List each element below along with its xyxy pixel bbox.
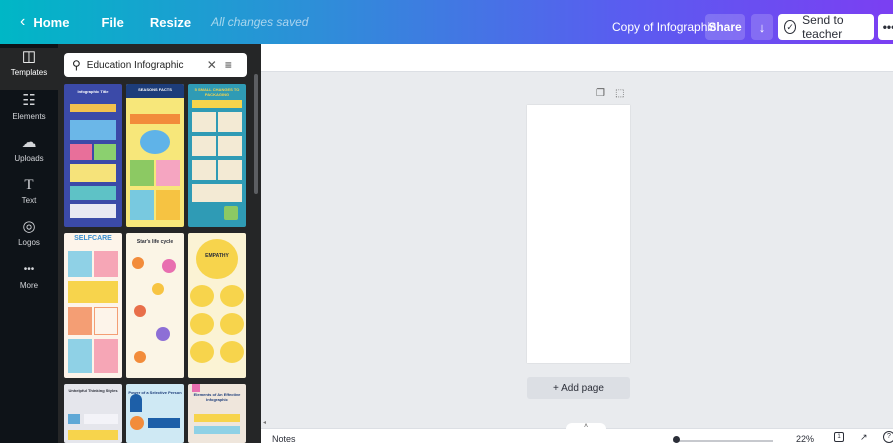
template-card[interactable]: Infographic Title bbox=[64, 84, 122, 227]
rail-item-label: Templates bbox=[10, 68, 48, 77]
template-card[interactable]: Star's life cycle bbox=[126, 233, 184, 378]
rail-item-elements[interactable]: ☷ Elements bbox=[0, 92, 58, 134]
rail-item-label: More bbox=[19, 281, 39, 290]
template-card[interactable]: SEASONS FACTS bbox=[126, 84, 184, 227]
editor-toolbar bbox=[261, 44, 893, 72]
bottom-bar: ˄ Notes 22% 1 ↗ ? bbox=[261, 423, 893, 443]
add-page-button[interactable]: + Add page bbox=[527, 377, 630, 399]
rail-item-label: Uploads bbox=[14, 154, 44, 163]
search-input[interactable] bbox=[86, 59, 205, 71]
page-tools: ❐ ⬚ bbox=[596, 88, 624, 99]
file-menu-button[interactable]: File bbox=[93, 8, 131, 36]
template-card[interactable]: Power of a Selective Person bbox=[126, 384, 184, 443]
zoom-slider[interactable] bbox=[673, 440, 773, 442]
chevron-left-icon: ‹ bbox=[20, 13, 26, 30]
template-title: 5 SMALL CHANGES TO PACKAGING bbox=[194, 87, 240, 97]
download-button[interactable]: ↓ bbox=[751, 14, 773, 40]
panel-scrollbar[interactable] bbox=[254, 74, 258, 194]
chevron-up-icon: ˄ bbox=[583, 423, 589, 430]
elements-icon: ☷ bbox=[22, 92, 36, 109]
template-card[interactable]: EMPATHY bbox=[188, 233, 246, 378]
template-card[interactable]: Elements of An Effective Infographic bbox=[188, 384, 246, 443]
zoom-level[interactable]: 22% bbox=[796, 434, 814, 443]
template-title: SELFCARE bbox=[74, 235, 112, 242]
home-label: Home bbox=[33, 14, 70, 30]
send-to-teacher-label: Send to teacher bbox=[802, 13, 844, 41]
design-page[interactable] bbox=[527, 105, 630, 363]
template-title: SEASONS FACTS bbox=[138, 87, 172, 92]
fullscreen-icon[interactable]: ↗ bbox=[860, 432, 868, 443]
document-title[interactable]: Copy of Infographic bbox=[612, 20, 716, 34]
check-circle-icon: ✓ bbox=[784, 20, 797, 34]
more-options-button[interactable]: ••• bbox=[878, 14, 893, 40]
rail-item-uploads[interactable]: ☁ Uploads bbox=[0, 134, 58, 176]
template-card[interactable]: 5 SMALL CHANGES TO PACKAGING bbox=[188, 84, 246, 227]
duplicate-page-icon[interactable]: ❐ bbox=[596, 88, 605, 99]
template-title: Star's life cycle bbox=[136, 239, 174, 245]
rail-item-templates[interactable]: ◫ Templates bbox=[0, 48, 58, 90]
template-title: Unhelpful Thinking Styles bbox=[68, 388, 118, 393]
rail-item-more[interactable]: ••• More bbox=[0, 261, 58, 303]
resize-button[interactable]: Resize bbox=[142, 8, 199, 36]
rail-item-label: Text bbox=[21, 196, 37, 205]
zoom-slider-handle[interactable] bbox=[673, 436, 680, 443]
top-header-bar: ‹ Home File Resize All changes saved Cop… bbox=[0, 0, 893, 44]
template-title: EMPATHY bbox=[205, 253, 229, 259]
template-card[interactable]: SELFCARE bbox=[64, 233, 122, 378]
more-icon: ••• bbox=[23, 264, 35, 275]
search-icon: ⚲ bbox=[72, 58, 81, 72]
text-icon: T bbox=[24, 177, 34, 193]
ellipsis-icon: ••• bbox=[882, 20, 893, 34]
expand-pages-tab[interactable]: ˄ bbox=[566, 423, 606, 430]
editor-canvas-area: ❐ ⬚ + Add page ◂ ˄ Notes 22% 1 ↗ ? bbox=[261, 44, 893, 443]
add-page-icon[interactable]: ⬚ bbox=[615, 88, 624, 99]
download-icon: ↓ bbox=[758, 19, 766, 35]
logos-icon: ◎ bbox=[22, 218, 36, 235]
scroll-left-icon[interactable]: ◂ bbox=[263, 419, 266, 426]
left-rail: ◫ Templates ☷ Elements ☁ Uploads T Text … bbox=[0, 44, 58, 443]
share-button[interactable]: Share bbox=[705, 14, 745, 40]
uploads-icon: ☁ bbox=[21, 134, 37, 151]
template-title: Elements of An Effective Infographic bbox=[193, 392, 241, 402]
template-card[interactable]: Unhelpful Thinking Styles bbox=[64, 384, 122, 443]
home-button[interactable]: ‹ Home bbox=[12, 8, 77, 36]
rail-item-label: Logos bbox=[18, 238, 40, 247]
send-to-teacher-button[interactable]: ✓ Send to teacher bbox=[778, 13, 874, 41]
rail-item-text[interactable]: T Text bbox=[0, 176, 58, 218]
templates-icon: ◫ bbox=[21, 48, 37, 65]
page-count-button[interactable]: 1 bbox=[834, 432, 844, 442]
rail-item-label: Elements bbox=[12, 112, 46, 121]
rail-item-logos[interactable]: ◎ Logos bbox=[0, 218, 58, 260]
template-title: Power of a Selective Person bbox=[128, 390, 182, 395]
filter-icon[interactable]: ≡ bbox=[225, 58, 232, 72]
save-status: All changes saved bbox=[211, 15, 309, 29]
template-search[interactable]: ⚲ ✕ ≡ bbox=[64, 53, 247, 77]
notes-button[interactable]: Notes bbox=[272, 434, 296, 443]
templates-panel: ⚲ ✕ ≡ Infographic Title SEASONS FACTS bbox=[58, 44, 261, 443]
help-icon[interactable]: ? bbox=[883, 431, 893, 443]
template-title: Infographic Title bbox=[77, 89, 109, 94]
clear-search-icon[interactable]: ✕ bbox=[207, 58, 217, 72]
